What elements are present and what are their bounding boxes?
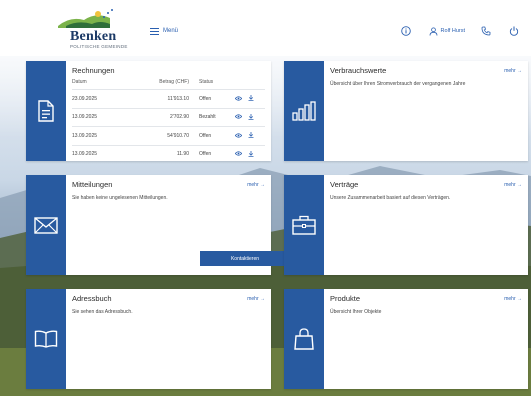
card-vertraege: Verträge mehr → Unsere Zusammenarbeit ba… bbox=[284, 175, 528, 275]
row-status: Offen bbox=[199, 126, 235, 145]
kontaktieren-button[interactable]: Kontaktieren bbox=[200, 251, 290, 266]
menu-button[interactable]: Menü bbox=[150, 24, 178, 38]
download-icon[interactable] bbox=[248, 132, 254, 138]
card-adressbuch-body: Adressbuch mehr → Sie sehen das Adressbu… bbox=[72, 294, 265, 384]
card-rechnungen: Rechnungen Datum Betrag (CHF) Status 23.… bbox=[26, 61, 271, 163]
card-adressbuch-title: Adressbuch bbox=[72, 294, 112, 303]
card-produkte: Produkte mehr → Übersicht Ihrer Objekte bbox=[284, 289, 528, 389]
logo-subtitle: POLITISCHE GEMEINDE bbox=[70, 44, 128, 49]
card-vertraege-body: Verträge mehr → Unsere Zusammenarbeit ba… bbox=[330, 180, 522, 270]
card-rechnungen-title: Rechnungen bbox=[72, 66, 115, 75]
hamburger-icon bbox=[150, 27, 159, 35]
verbrauchswerte-more-link[interactable]: mehr → bbox=[504, 68, 522, 74]
user-name: Rolf Hurst bbox=[440, 28, 465, 34]
table-row[interactable]: 23.09.2025 11'913.10 Offen bbox=[72, 89, 265, 108]
view-icon[interactable] bbox=[235, 151, 242, 156]
card-verbrauchswerte-text: Übersicht über Ihren Stromverbrauch der … bbox=[330, 81, 466, 87]
card-produkte-body: Produkte mehr → Übersicht Ihrer Objekte bbox=[330, 294, 522, 384]
logo[interactable]: Benken POLITISCHE GEMEINDE bbox=[58, 8, 148, 49]
shopping-bag-icon bbox=[294, 328, 314, 350]
book-icon bbox=[34, 330, 58, 348]
card-rechnungen-body: Rechnungen Datum Betrag (CHF) Status 23.… bbox=[72, 66, 265, 163]
card-vertraege-text: Unsere Zusammenarbeit basiert auf diesen… bbox=[330, 195, 451, 201]
invoice-table: Datum Betrag (CHF) Status 23.09.2025 11'… bbox=[72, 78, 265, 163]
row-status: Bezahlt bbox=[199, 107, 235, 127]
info-icon[interactable] bbox=[400, 26, 411, 36]
menu-label: Menü bbox=[163, 28, 179, 34]
logo-name: Benken bbox=[70, 29, 117, 44]
bar-chart-icon bbox=[292, 101, 316, 121]
card-verbrauchswerte: Verbrauchswerte mehr → Übersicht über Ih… bbox=[284, 61, 528, 161]
col-datum: Datum bbox=[72, 79, 87, 85]
phone-icon[interactable] bbox=[481, 26, 491, 36]
row-date: 13.09.2025 bbox=[72, 107, 142, 127]
row-amount: 11.90 bbox=[142, 144, 199, 163]
col-betrag: Betrag (CHF) bbox=[159, 79, 189, 85]
envelope-icon bbox=[34, 216, 58, 234]
document-icon bbox=[38, 100, 54, 122]
card-adressbuch: Adressbuch mehr → Sie sehen das Adressbu… bbox=[26, 289, 271, 389]
mitteilungen-more-link[interactable]: mehr → bbox=[247, 182, 265, 188]
table-row[interactable]: 13.09.2025 11.90 Offen bbox=[72, 144, 265, 163]
col-status: Status bbox=[199, 79, 214, 85]
view-icon[interactable] bbox=[235, 114, 242, 119]
card-produkte-sidebar bbox=[284, 289, 324, 389]
download-icon[interactable] bbox=[248, 113, 254, 120]
card-rechnungen-sidebar bbox=[26, 61, 66, 161]
view-icon[interactable] bbox=[235, 95, 242, 101]
card-mitteilungen-body: Mitteilungen mehr → Sie haben keine unge… bbox=[72, 180, 290, 270]
top-header: Benken POLITISCHE GEMEINDE Menü Rolf Hur… bbox=[0, 0, 531, 56]
row-amount: 11'913.10 bbox=[142, 89, 199, 108]
user-icon bbox=[429, 26, 437, 36]
download-icon[interactable] bbox=[248, 95, 254, 101]
row-status: Offen bbox=[199, 144, 235, 163]
card-vertraege-sidebar bbox=[284, 175, 324, 275]
card-produkte-text: Übersicht Ihrer Objekte bbox=[330, 309, 382, 315]
table-row[interactable]: 13.09.2025 2'702.90 Bezahlt bbox=[72, 107, 265, 127]
adressbuch-more-link[interactable]: mehr → bbox=[247, 296, 265, 302]
card-verbrauchswerte-title: Verbrauchswerte bbox=[330, 66, 387, 75]
briefcase-icon bbox=[292, 215, 316, 235]
card-produkte-title: Produkte bbox=[330, 294, 361, 303]
view-icon[interactable] bbox=[235, 132, 242, 138]
card-mitteilungen-text: Sie haben keine ungelesenen Mitteilungen… bbox=[72, 195, 168, 201]
row-date: 13.09.2025 bbox=[72, 126, 142, 145]
card-mitteilungen-sidebar bbox=[26, 175, 66, 275]
row-amount: 2'702.90 bbox=[142, 107, 199, 127]
vertraege-more-link[interactable]: mehr → bbox=[504, 182, 522, 188]
card-mitteilungen-title: Mitteilungen bbox=[72, 180, 113, 189]
power-icon[interactable] bbox=[509, 26, 519, 36]
card-vertraege-title: Verträge bbox=[330, 180, 359, 189]
card-adressbuch-text: Sie sehen das Adressbuch. bbox=[72, 309, 133, 315]
row-date: 23.09.2025 bbox=[72, 89, 142, 108]
user-profile-link[interactable]: Rolf Hurst bbox=[429, 26, 465, 36]
table-row[interactable]: 13.09.2025 54'910.70 Offen bbox=[72, 126, 265, 145]
invoice-table-header: Datum Betrag (CHF) Status bbox=[72, 78, 265, 90]
row-amount: 54'910.70 bbox=[142, 126, 199, 145]
card-verbrauchswerte-body: Verbrauchswerte mehr → Übersicht über Ih… bbox=[330, 66, 522, 156]
produkte-more-link[interactable]: mehr → bbox=[504, 296, 522, 302]
card-verbrauchswerte-sidebar bbox=[284, 61, 324, 161]
header-actions: Rolf Hurst bbox=[400, 24, 531, 38]
row-date: 13.09.2025 bbox=[72, 144, 142, 163]
download-icon[interactable] bbox=[248, 150, 254, 157]
logo-hills-icon bbox=[58, 9, 113, 28]
card-mitteilungen: Mitteilungen mehr → Sie haben keine unge… bbox=[26, 175, 290, 275]
card-adressbuch-sidebar bbox=[26, 289, 66, 389]
row-status: Offen bbox=[199, 89, 235, 108]
